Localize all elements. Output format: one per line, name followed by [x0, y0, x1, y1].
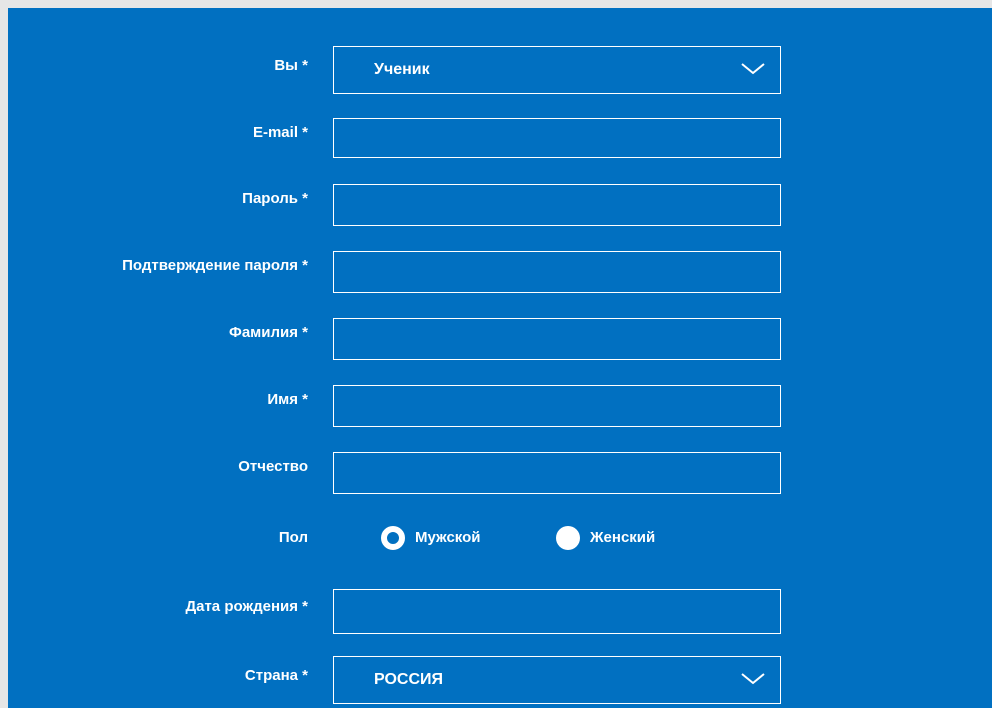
last-name-row: Фамилия * [8, 318, 992, 366]
last-name-field[interactable] [333, 318, 781, 360]
role-select[interactable]: Ученик [333, 46, 781, 94]
password-confirm-row: Подтверждение пароля * [8, 251, 992, 299]
middle-name-row: Отчество [8, 452, 992, 500]
country-select-value: РОССИЯ [374, 671, 444, 688]
password-confirm-label: Подтверждение пароля * [122, 257, 308, 274]
country-select[interactable]: РОССИЯ [333, 656, 781, 704]
chevron-down-icon [741, 673, 765, 685]
radio-unselected-icon [556, 526, 580, 550]
password-label: Пароль * [242, 190, 308, 207]
first-name-field[interactable] [333, 385, 781, 427]
gender-label: Пол [278, 529, 308, 546]
email-label: E-mail * [252, 124, 308, 141]
birth-date-row: Дата рождения * [8, 589, 992, 637]
middle-name-label: Отчество [238, 458, 308, 475]
gender-row: Пол Мужской Женский [8, 523, 992, 571]
country-label: Страна * [244, 667, 308, 684]
password-row: Пароль * [8, 184, 992, 232]
chevron-down-icon [741, 63, 765, 75]
role-row: Вы * Ученик [8, 46, 992, 94]
role-label: Вы * [274, 57, 308, 74]
birth-date-field[interactable] [333, 589, 781, 634]
last-name-label: Фамилия * [229, 324, 308, 341]
first-name-row: Имя * [8, 385, 992, 433]
password-field[interactable] [333, 184, 781, 226]
registration-form: Вы * Ученик E-mail * Пароль * Подтвержде… [8, 8, 992, 708]
radio-selected-icon [381, 526, 405, 550]
birth-date-label: Дата рождения * [185, 598, 308, 615]
first-name-label: Имя * [267, 391, 308, 408]
password-confirm-field[interactable] [333, 251, 781, 293]
middle-name-field[interactable] [333, 452, 781, 494]
email-field[interactable] [333, 118, 781, 158]
email-row: E-mail * [8, 118, 992, 166]
role-select-value: Ученик [374, 61, 430, 78]
country-row: Страна * РОССИЯ [8, 656, 992, 704]
gender-female-label: Женский [590, 529, 656, 546]
gender-male-label: Мужской [415, 529, 481, 546]
